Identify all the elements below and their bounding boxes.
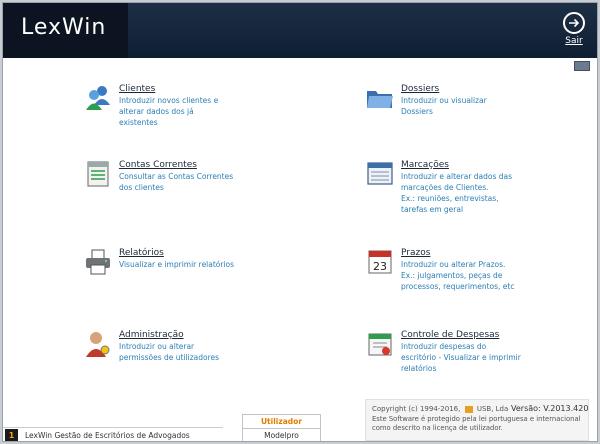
menu-item-relatorios[interactable]: Relatórios Visualizar e imprimir relatór…	[83, 247, 309, 277]
status-bar: 1 LexWin Gestão de Escritórios de Advoga…	[3, 427, 223, 441]
header-bar: LexWin Sair	[3, 3, 597, 58]
user-box: Utilizador Modelpro	[242, 414, 321, 441]
menu-desc-administracao-2: permissões de utilizadores	[119, 353, 220, 362]
admin-icon	[86, 332, 110, 357]
menu-desc-contas-correntes-2: dos clientes	[119, 183, 164, 192]
calendar-icon: 23	[368, 250, 392, 274]
collapse-button[interactable]	[574, 61, 590, 71]
menu-title-prazos: Prazos	[401, 248, 431, 258]
menu-title-clientes: Clientes	[119, 84, 156, 94]
menu-item-dossiers[interactable]: Dossiers Introduzir ou visualizar Dossie…	[365, 83, 591, 117]
menu-desc-clientes-2: alterar dados dos já	[119, 107, 194, 116]
menu-desc-marcacoes-1: Introduzir e alterar dados das	[401, 172, 513, 181]
menu-item-marcacoes[interactable]: Marcações Introduzir e alterar dados das…	[365, 159, 591, 215]
menu-desc-relatorios-1: Visualizar e imprimir relatórios	[119, 260, 235, 269]
app-window: LexWin Sair Clientes Introduzir novos cl…	[2, 2, 598, 442]
app-status-icon: 1	[5, 429, 18, 441]
folder-icon	[367, 91, 393, 108]
menu-desc-prazos-3: processos, requerimentos, etc	[401, 282, 515, 291]
menu-title-controle-despesas: Controle de Despesas	[401, 330, 500, 340]
menu-item-contas-correntes[interactable]: Contas Correntes Consultar as Contas Cor…	[83, 159, 309, 193]
menu-title-relatorios: Relatórios	[119, 248, 164, 258]
calendar-day: 23	[373, 260, 387, 273]
menu-desc-prazos-1: Introduzir ou alterar Prazos.	[401, 260, 506, 269]
menu-desc-marcacoes-3: Ex.: reuniões, entrevistas,	[401, 194, 499, 203]
exit-arrow-icon	[563, 12, 585, 34]
status-text: LexWin Gestão de Escritórios de Advogado…	[25, 431, 190, 440]
menu-desc-controle-despesas-2: escritório - Visualizar e imprimir	[401, 353, 521, 362]
menu-title-marcacoes: Marcações	[401, 160, 449, 170]
menu-title-dossiers: Dossiers	[401, 84, 440, 94]
exit-label: Sair	[565, 36, 583, 46]
app-logo-text: LexWin	[21, 15, 107, 40]
company-logo-icon	[464, 405, 473, 413]
ledger-icon	[87, 161, 109, 187]
menu-desc-marcacoes-2: marcações de Clientes.	[401, 183, 489, 192]
menu-item-clientes[interactable]: Clientes Introduzir novos clientes e alt…	[83, 83, 309, 128]
menu-desc-dossiers-1: Introduzir ou visualizar	[401, 96, 487, 105]
menu-item-controle-despesas[interactable]: Controle de Despesas Introduzir despesas…	[365, 329, 591, 374]
menu-desc-clientes-1: Introduzir novos clientes e	[119, 96, 219, 105]
exit-button[interactable]: Sair	[561, 12, 587, 52]
menu-item-administracao[interactable]: Administração Introduzir ou alterar perm…	[83, 329, 309, 363]
company-name: USB, Lda	[476, 405, 509, 413]
menu-desc-controle-despesas-3: relatórios	[401, 364, 437, 373]
menu-desc-clientes-3: existentes	[119, 118, 158, 127]
menu-desc-administracao-1: Introduzir ou alterar	[119, 342, 195, 351]
menu-title-contas-correntes: Contas Correntes	[119, 160, 197, 170]
menu-desc-prazos-2: Ex.: julgamentos, peças de	[401, 271, 503, 280]
license-line-2: como descrito na licença de utilizador.	[372, 424, 503, 432]
schedule-icon	[367, 162, 393, 185]
version-text: Versão: V.2013.420	[511, 404, 589, 413]
menu-desc-contas-correntes-1: Consultar as Contas Correntes	[119, 172, 234, 181]
expenses-icon	[368, 333, 392, 356]
copyright-text: Copyright (c) 1994-2016,	[372, 405, 461, 413]
printer-icon	[86, 249, 110, 275]
copyright-line: Copyright (c) 1994-2016, USB, Lda	[372, 405, 508, 413]
menu-desc-marcacoes-4: tarefas em geral	[401, 205, 464, 214]
copyright-box: Copyright (c) 1994-2016, USB, Lda Versão…	[365, 399, 589, 441]
user-title: Utilizador	[243, 415, 320, 429]
users-icon	[86, 86, 110, 110]
logo: LexWin	[3, 3, 128, 58]
menu-desc-controle-despesas-1: Introduzir despesas do	[401, 342, 487, 351]
menu-desc-dossiers-2: Dossiers	[401, 107, 433, 116]
user-name: Modelpro	[264, 431, 299, 440]
license-line-1: Este Software é protegido pela lei portu…	[372, 415, 581, 423]
menu-item-prazos[interactable]: 23 Prazos Introduzir ou alterar Prazos. …	[365, 247, 591, 292]
menu-title-administracao: Administração	[119, 330, 184, 340]
